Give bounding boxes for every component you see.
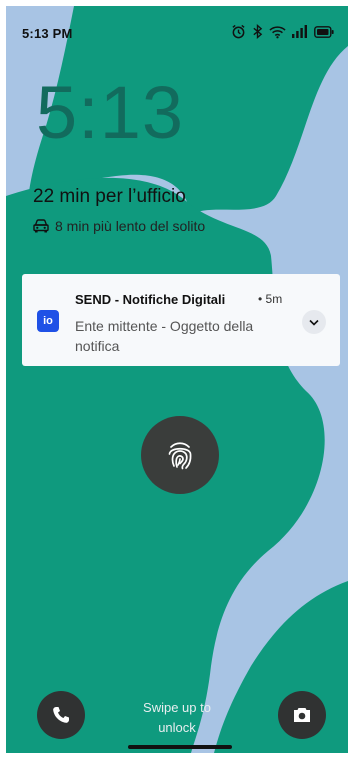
status-time: 5:13 PM (22, 26, 73, 41)
signal-icon (292, 25, 307, 38)
status-icons (231, 24, 334, 39)
lock-clock: 5:13 (36, 71, 185, 154)
notification-card[interactable]: io SEND - Notifiche Digitali • 5m Ente m… (22, 274, 340, 366)
notification-time: • 5m (258, 292, 283, 306)
commute-detail: 8 min più lento del solito (33, 218, 205, 234)
home-indicator[interactable] (128, 745, 232, 749)
fingerprint-icon (168, 442, 192, 470)
camera-shortcut-button[interactable] (278, 691, 326, 739)
phone-icon (53, 707, 69, 723)
notification-app-name: SEND - Notifiche Digitali (75, 292, 226, 307)
status-bar: 5:13 PM (6, 6, 348, 54)
fingerprint-sensor[interactable] (141, 416, 219, 494)
camera-icon (294, 708, 310, 722)
swipe-up-hint: Swipe up to unlock (143, 700, 211, 735)
car-icon (33, 219, 49, 233)
commute-title: 22 min per l’ufficio (33, 186, 186, 207)
app-icon: io (37, 310, 59, 332)
commute-detail-text: 8 min più lento del solito (55, 218, 206, 234)
phone-shortcut-button[interactable] (37, 691, 85, 739)
wifi-icon (269, 25, 286, 38)
app-icon-label: io (43, 315, 53, 327)
lock-screen: 5:13 PM 5:13 22 min per l’ufficio 8 min … (6, 6, 348, 753)
bluetooth-icon (253, 24, 263, 39)
notification-expand-button[interactable] (302, 310, 326, 334)
chevron-down-icon (309, 319, 319, 326)
notification-body: Ente mittente - Oggetto della notifica (75, 318, 254, 354)
alarm-icon (232, 24, 245, 39)
battery-icon (314, 25, 334, 38)
